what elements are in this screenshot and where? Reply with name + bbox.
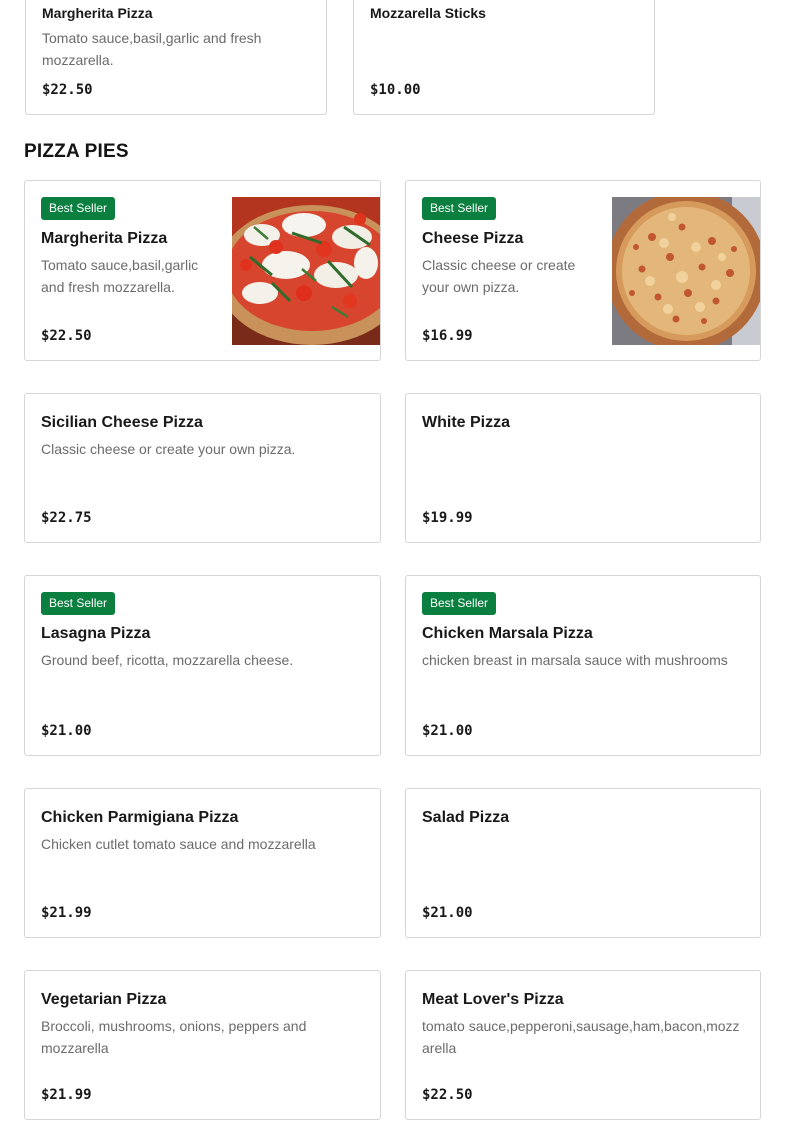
menu-item-card[interactable]: Salad Pizza $21.00 — [405, 788, 761, 938]
menu-item-name: Chicken Marsala Pizza — [422, 625, 593, 642]
menu-item-card[interactable]: Best Seller Lasagna Pizza Ground beef, r… — [24, 575, 381, 756]
menu-item-name: Margherita Pizza — [41, 230, 168, 247]
menu-item-price: $10.00 — [370, 82, 421, 98]
menu-item-price: $19.99 — [422, 510, 473, 526]
menu-item-card[interactable]: White Pizza $19.99 — [405, 393, 761, 543]
menu-item-card[interactable]: Chicken Parmigiana Pizza Chicken cutlet … — [24, 788, 381, 938]
menu-item-card[interactable]: Best Seller Margherita Pizza Tomato sauc… — [24, 180, 381, 361]
menu-item-description: Ground beef, ricotta, mozzarella cheese. — [41, 652, 294, 668]
cheese-pizza-image — [612, 197, 760, 345]
menu-item-name: White Pizza — [422, 414, 511, 431]
menu-item-card[interactable]: Margherita Pizza Tomato sauce,basil,garl… — [25, 0, 327, 115]
menu-item-price: $22.50 — [42, 82, 93, 98]
menu-item-price: $22.75 — [41, 510, 92, 526]
menu-item-description: tomato sauce,pepperoni,sausage,ham,bacon… — [422, 1018, 740, 1056]
menu-item-card[interactable]: Best Seller Chicken Marsala Pizza chicke… — [405, 575, 761, 756]
best-seller-badge: Best Seller — [41, 592, 116, 615]
menu-item-description: Broccoli, mushrooms, onions, peppers and… — [41, 1018, 307, 1056]
menu-item-name: Cheese Pizza — [422, 230, 524, 247]
best-seller-badge: Best Seller — [41, 197, 116, 220]
menu-item-name: Salad Pizza — [422, 809, 510, 826]
section-title: PIZZA PIES — [24, 141, 129, 162]
best-seller-badge: Best Seller — [422, 592, 497, 615]
menu-item-name: Margherita Pizza — [42, 5, 153, 21]
menu-item-name: Chicken Parmigiana Pizza — [41, 809, 239, 826]
menu-item-name: Vegetarian Pizza — [41, 991, 167, 1008]
menu-item-card[interactable]: Sicilian Cheese Pizza Classic cheese or … — [24, 393, 381, 543]
best-seller-badge: Best Seller — [422, 197, 497, 220]
menu-item-price: $16.99 — [422, 328, 473, 344]
menu-item-price: $22.50 — [41, 328, 92, 344]
menu-item-description: Classic cheese or create your own pizza. — [422, 257, 576, 295]
menu-item-price: $21.00 — [422, 905, 473, 921]
menu-item-name: Sicilian Cheese Pizza — [41, 414, 203, 431]
menu-item-card[interactable]: Vegetarian Pizza Broccoli, mushrooms, on… — [24, 970, 381, 1120]
menu-item-description: Classic cheese or create your own pizza. — [41, 441, 296, 457]
menu-item-price: $22.50 — [422, 1087, 473, 1103]
menu-item-description: chicken breast in marsala sauce with mus… — [422, 652, 728, 668]
margherita-pizza-image — [232, 197, 380, 345]
menu-item-name: Meat Lover's Pizza — [422, 991, 564, 1008]
menu-item-price: $21.99 — [41, 1087, 92, 1103]
menu-item-card[interactable]: Mozzarella Sticks $10.00 — [353, 0, 655, 115]
menu-item-card[interactable]: Best Seller Cheese Pizza Classic cheese … — [405, 180, 761, 361]
menu-item-price: $21.00 — [41, 723, 92, 739]
menu-item-description: Tomato sauce,basil,garlic and fresh mozz… — [41, 257, 199, 295]
menu-item-description: Tomato sauce,basil,garlic and fresh mozz… — [42, 30, 262, 68]
menu-item-name: Mozzarella Sticks — [370, 5, 486, 21]
menu-item-price: $21.00 — [422, 723, 473, 739]
menu-item-card[interactable]: Meat Lover's Pizza tomato sauce,pepperon… — [405, 970, 761, 1120]
menu-item-price: $21.99 — [41, 905, 92, 921]
menu-item-description: Chicken cutlet tomato sauce and mozzarel… — [41, 836, 316, 852]
menu-item-name: Lasagna Pizza — [41, 625, 151, 642]
